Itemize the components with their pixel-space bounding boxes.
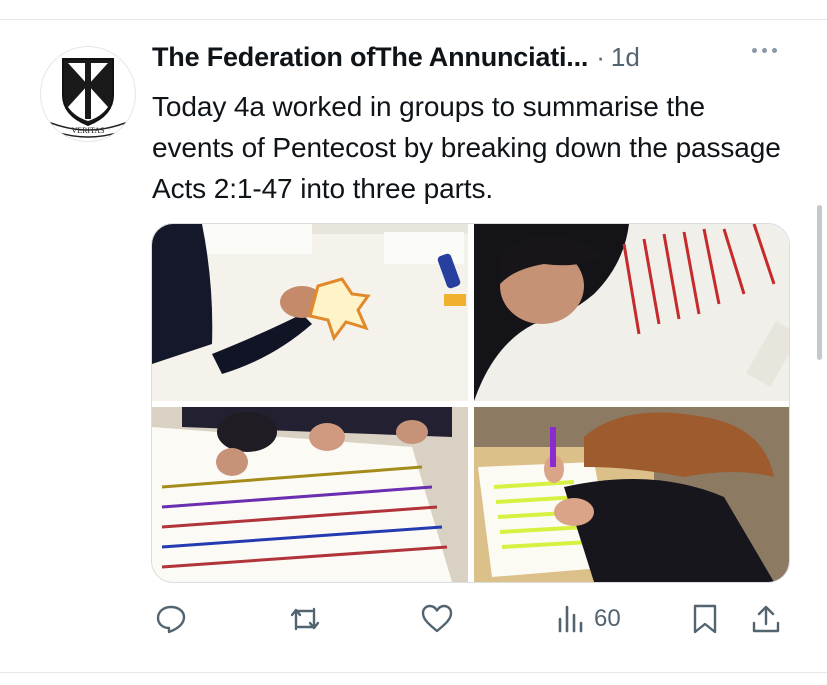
photo-2[interactable] (474, 224, 789, 401)
views-icon (558, 605, 583, 633)
like-button[interactable] (420, 603, 454, 635)
avatar[interactable]: VERITAS (40, 46, 136, 142)
separator-dot: · (596, 42, 605, 72)
scrollbar-thumb[interactable] (817, 205, 822, 360)
photo-1[interactable] (152, 224, 468, 401)
reply-button[interactable] (155, 603, 187, 635)
views-count: 60 (594, 605, 621, 632)
more-options-icon[interactable] (752, 48, 777, 53)
repost-button[interactable] (288, 603, 322, 635)
views-button[interactable]: 60 (556, 603, 621, 635)
photo-3[interactable] (152, 407, 468, 582)
top-divider (0, 19, 827, 20)
share-icon (752, 605, 780, 633)
crest-motto: VERITAS (71, 126, 104, 135)
media-grid (151, 223, 790, 583)
bookmark-icon (693, 604, 717, 634)
post-header: The Federation ofThe Annunciati... · 1d (152, 42, 640, 73)
repost-icon (290, 607, 320, 631)
like-icon (421, 604, 453, 633)
school-crest-icon: VERITAS (49, 58, 127, 138)
bookmark-button[interactable] (690, 603, 720, 635)
bottom-divider (0, 672, 827, 673)
post-time[interactable]: 1d (611, 42, 640, 73)
share-button[interactable] (750, 603, 782, 635)
post-text: Today 4a worked in groups to summarise t… (152, 91, 781, 204)
reply-icon (156, 605, 186, 634)
action-bar: 60 (0, 600, 827, 636)
author-name[interactable]: The Federation ofThe Annunciati... (152, 42, 588, 73)
photo-4[interactable] (474, 407, 789, 582)
